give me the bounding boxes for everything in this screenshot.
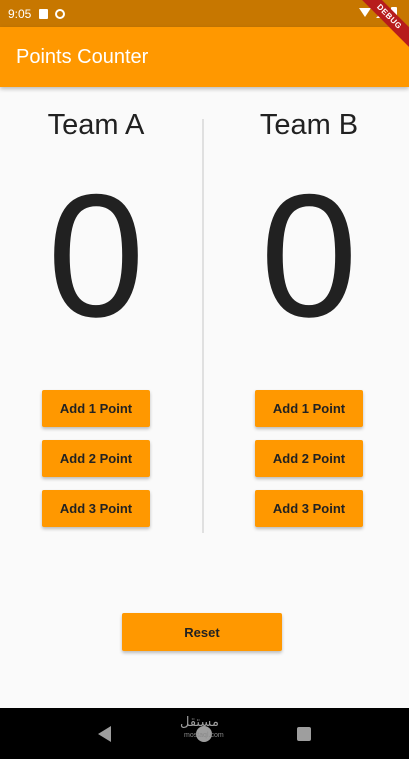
reset-button[interactable]: Reset — [122, 613, 282, 651]
team-a-add-1-button[interactable]: Add 1 Point — [42, 390, 150, 427]
team-b-add-2-button[interactable]: Add 2 Point — [255, 440, 363, 477]
back-icon[interactable] — [97, 725, 111, 742]
status-time: 9:05 — [8, 6, 32, 21]
team-a-add-3-button[interactable]: Add 3 Point — [42, 490, 150, 527]
team-a-add-2-button[interactable]: Add 2 Point — [42, 440, 150, 477]
sync-icon — [55, 8, 66, 19]
team-b-add-1-button[interactable]: Add 1 Point — [255, 390, 363, 427]
sim-icon — [39, 8, 49, 19]
status-bar: 9:05 — [0, 0, 409, 27]
wifi-icon — [359, 8, 371, 17]
recent-apps-icon[interactable] — [297, 726, 312, 741]
watermark: مستقل — [180, 715, 219, 730]
team-b-add-3-button[interactable]: Add 3 Point — [255, 490, 363, 527]
team-b-score: 0 — [260, 159, 358, 354]
team-a-score: 0 — [47, 159, 145, 354]
watermark-sub: mostaql.com — [184, 732, 224, 739]
vertical-divider — [202, 119, 204, 533]
app-bar: Points Counter — [0, 27, 409, 87]
team-a-name: Team A — [47, 109, 145, 141]
app-title: Points Counter — [16, 45, 149, 68]
team-b-name: Team B — [259, 109, 359, 141]
main-content: Team A 0 Add 1 Point Add 2 Point Add 3 P… — [0, 87, 409, 708]
